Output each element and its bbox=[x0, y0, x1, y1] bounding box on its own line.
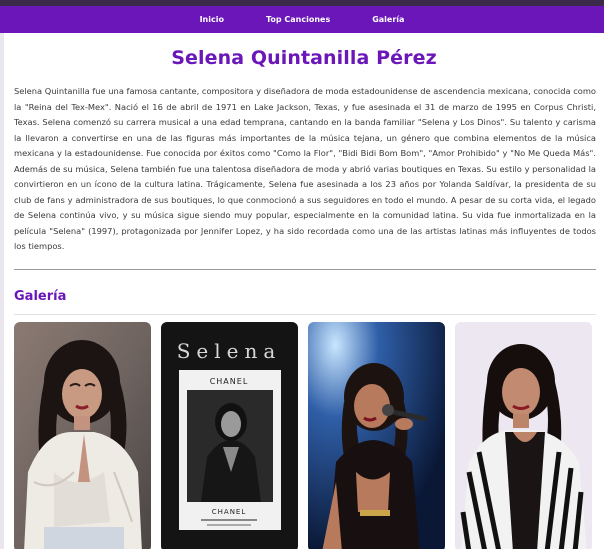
gallery-photo-1[interactable] bbox=[14, 322, 151, 549]
magazine-title-text: Selena bbox=[177, 339, 282, 363]
magazine-brand-text: CHANEL bbox=[210, 377, 249, 386]
page-title: Selena Quintanilla Pérez bbox=[171, 47, 437, 69]
nav-link-galeria[interactable]: Galería bbox=[351, 15, 425, 24]
magazine-brand-text-2: CHANEL bbox=[212, 508, 247, 516]
content-card: Selena Quintanilla Pérez Selena Quintani… bbox=[4, 33, 604, 549]
biography-text: Selena Quintanilla fue una famosa cantan… bbox=[14, 86, 596, 251]
gallery-photo-3[interactable] bbox=[308, 322, 445, 549]
gallery-title: Galería bbox=[14, 289, 67, 304]
nav-link-top-canciones[interactable]: Top Canciones bbox=[245, 15, 351, 24]
gallery-photo-4[interactable] bbox=[455, 322, 592, 549]
gallery-divider bbox=[14, 314, 596, 315]
section-divider bbox=[14, 269, 596, 270]
main-nav: Inicio Top Canciones Galería bbox=[0, 6, 604, 33]
nav-link-inicio[interactable]: Inicio bbox=[179, 15, 245, 24]
gallery-grid: Selena CHANEL CHANEL bbox=[14, 322, 599, 549]
gallery-photo-2[interactable]: Selena CHANEL CHANEL bbox=[161, 322, 298, 549]
